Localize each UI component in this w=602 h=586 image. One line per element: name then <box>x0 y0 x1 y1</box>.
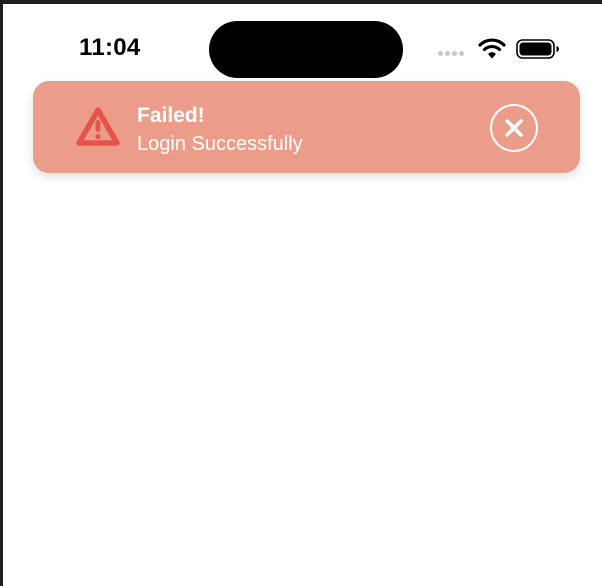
toast-message: Login Successfully <box>137 133 303 155</box>
wifi-icon <box>478 38 506 59</box>
battery-icon <box>516 39 559 59</box>
error-toast: Failed! Login Successfully <box>33 81 580 173</box>
toast-title: Failed! <box>137 104 205 127</box>
signal-dots-icon <box>438 51 464 56</box>
warning-triangle-icon <box>76 107 120 146</box>
status-time: 11:04 <box>79 34 141 61</box>
dynamic-island <box>209 21 403 78</box>
close-circle-icon[interactable] <box>489 103 539 153</box>
